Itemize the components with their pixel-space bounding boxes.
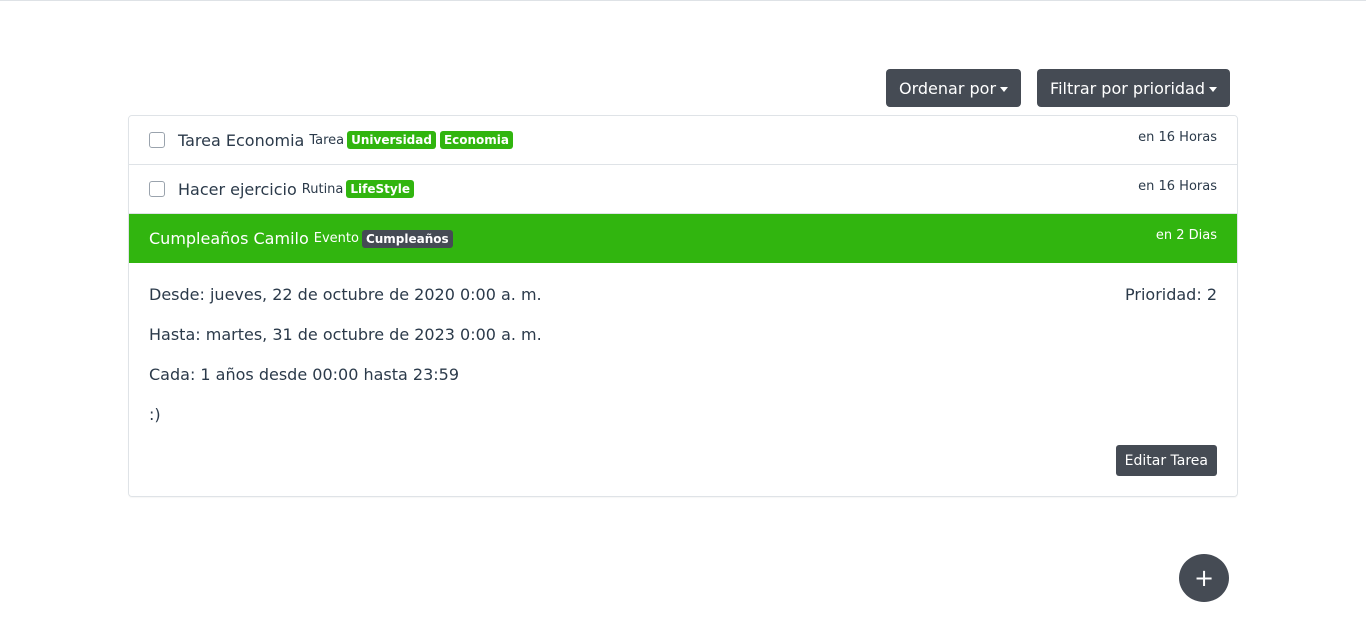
task-type: Evento	[313, 231, 359, 246]
task-list: Tarea Economia Tarea Universidad Economi…	[128, 115, 1238, 497]
edit-task-button[interactable]: Editar Tarea	[1115, 445, 1217, 476]
task-title: Hacer ejercicio	[178, 179, 297, 199]
priority-filter-label: Filtrar por prioridad	[1050, 78, 1205, 98]
add-task-button[interactable]: +	[1179, 554, 1229, 602]
task-details-panel: Desde: jueves, 22 de octubre de 2020 0:0…	[129, 263, 1237, 496]
sort-dropdown-button[interactable]: Ordenar por	[886, 69, 1022, 107]
priority-filter-dropdown-button[interactable]: Filtrar por prioridad	[1037, 69, 1230, 107]
task-type: Rutina	[301, 181, 344, 197]
task-notes: :)	[149, 405, 161, 424]
task-recurrence: Cada: 1 años desde 00:00 hasta 23:59	[149, 365, 460, 384]
plus-icon: +	[1193, 564, 1215, 592]
task-due: en 16 Horas	[1138, 130, 1217, 145]
task-type: Tarea	[309, 132, 345, 148]
task-title: Tarea Economia	[178, 130, 305, 150]
caret-down-icon	[1209, 86, 1217, 92]
sort-dropdown-label: Ordenar por	[899, 78, 997, 98]
top-divider	[0, 0, 1366, 1]
task-due: en 2 Dias	[1155, 228, 1217, 243]
task-checkbox[interactable]	[149, 181, 165, 197]
task-title: Cumpleaños Camilo	[149, 229, 309, 248]
task-due: en 16 Horas	[1138, 179, 1217, 194]
task-end-date: Hasta: martes, 31 de octubre de 2023 0:0…	[149, 325, 542, 344]
task-checkbox[interactable]	[149, 132, 165, 148]
task-row[interactable]: Hacer ejercicio Rutina LifeStyle en 16 H…	[129, 165, 1237, 214]
task-tag: Economia	[439, 131, 514, 149]
task-start-date: Desde: jueves, 22 de octubre de 2020 0:0…	[149, 285, 542, 304]
caret-down-icon	[1000, 86, 1009, 92]
task-tag: Cumpleaños	[361, 229, 453, 248]
task-tag: LifeStyle	[346, 180, 414, 198]
task-priority: Prioridad: 2	[1125, 285, 1217, 304]
task-row[interactable]: Tarea Economia Tarea Universidad Economi…	[129, 116, 1237, 165]
task-tag: Universidad	[347, 131, 436, 149]
task-row-selected[interactable]: Cumpleaños Camilo Evento Cumpleaños en 2…	[129, 214, 1237, 263]
toolbar: Ordenar por Filtrar por prioridad	[886, 69, 1230, 107]
